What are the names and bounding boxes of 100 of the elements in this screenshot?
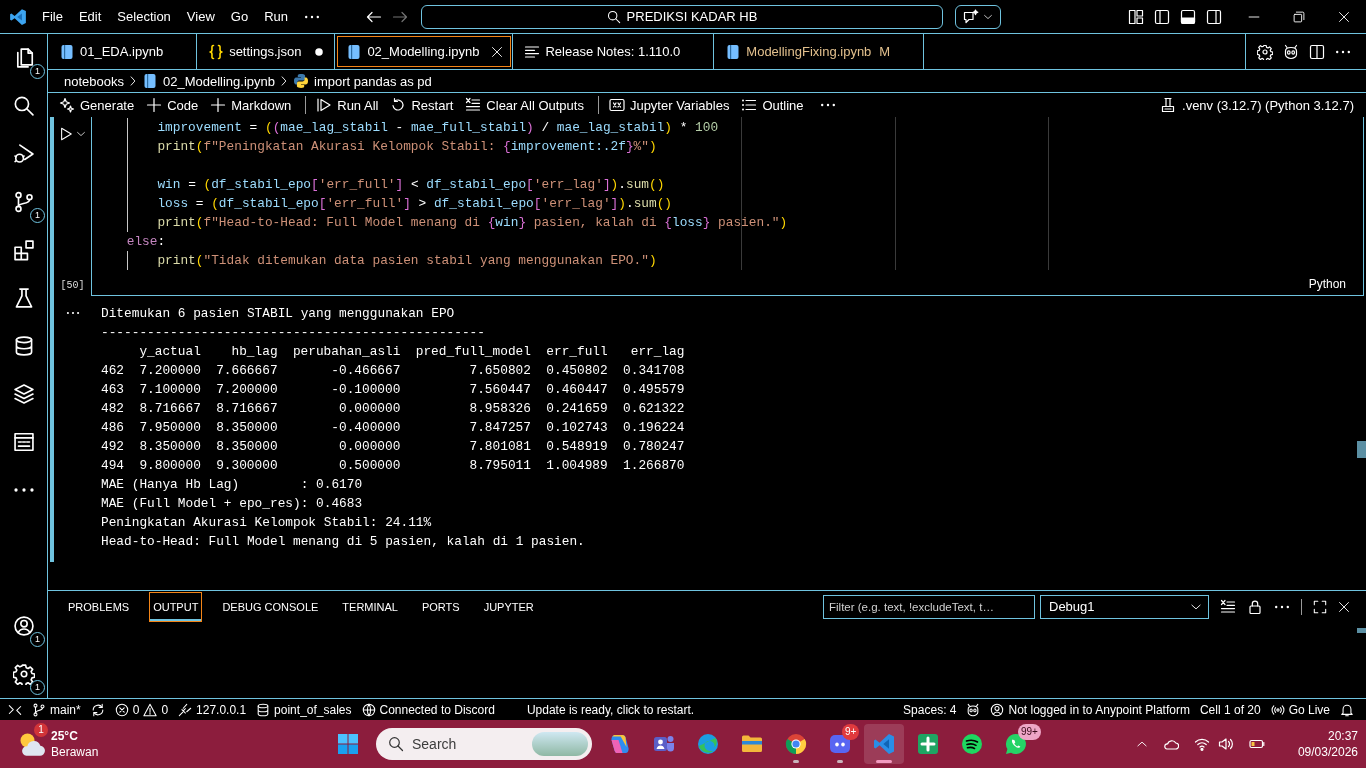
braces-icon [208, 43, 225, 60]
menu-item[interactable]: File [34, 0, 71, 33]
table-cell: 0.102743 [546, 420, 608, 435]
search-field[interactable]: Search [412, 736, 524, 752]
editor-tab[interactable]: ModellingFixing.ipynb M [714, 34, 925, 69]
extensions-icon[interactable] [12, 239, 35, 261]
status-item[interactable]: Not logged in to Anypoint Platform [985, 699, 1195, 720]
table-cell: 9.300000 [216, 458, 278, 473]
status-item[interactable]: Spaces: 4 [898, 699, 962, 720]
status-item[interactable]: 127.0.0.1 [173, 699, 252, 720]
copilot-icon[interactable] [966, 702, 981, 717]
menu-item[interactable]: Go [222, 0, 257, 33]
layout-icon[interactable] [1128, 8, 1144, 25]
toolbar-button[interactable]: Clear All Outputs [463, 94, 588, 116]
breadcrumb-item[interactable]: 02_Modelling.ipynb [142, 73, 276, 89]
copilot-icon[interactable] [1283, 43, 1299, 60]
panel-tab[interactable]: TERMINAL [338, 591, 402, 622]
toolbar-button[interactable]: Generate [57, 94, 139, 116]
toolbar-button[interactable]: Markdown [208, 94, 296, 116]
toolbar-button[interactable]: Outline [739, 94, 808, 116]
menu-item[interactable]: Run [256, 0, 296, 33]
clock-date[interactable]: 09/03/2026 [1297, 744, 1358, 760]
editor-tab[interactable]: settings.json [197, 34, 336, 69]
menu-item[interactable]: View [178, 0, 223, 33]
close-icon[interactable] [491, 45, 504, 58]
command-center[interactable]: PREDIKSI KADAR HB [421, 4, 943, 29]
run-icon[interactable] [59, 127, 73, 141]
panel-tab[interactable]: JUPYTER [479, 591, 538, 622]
panel-tab[interactable]: PROBLEMS [64, 591, 134, 622]
restore-icon[interactable] [1292, 10, 1305, 23]
split-editor-icon[interactable] [1309, 43, 1325, 60]
breadcrumb-item[interactable]: import pandas as pd [293, 73, 432, 89]
chat-button[interactable] [955, 4, 1001, 29]
code-editor[interactable] [91, 117, 1364, 296]
toolbar-button[interactable]: Jupyter Variables [606, 94, 734, 116]
status-notification[interactable]: Update is ready, click to restart. [521, 699, 700, 720]
notebook-icon [142, 73, 158, 89]
run-debug-icon[interactable] [12, 143, 35, 165]
notification-badge: 1 [34, 723, 48, 737]
source-control-icon[interactable] [12, 191, 35, 213]
editor-tab[interactable]: 02_Modelling.ipynb [335, 34, 514, 69]
toolbar-button[interactable]: Code [144, 94, 203, 116]
speaker-icon[interactable] [1217, 736, 1234, 752]
clear-list-icon[interactable] [1220, 598, 1236, 615]
breadcrumb-item[interactable]: notebooks [64, 73, 124, 89]
running-indicator-icon [876, 760, 892, 763]
start-icon[interactable] [336, 732, 360, 756]
panel-toggle-icon[interactable] [1180, 8, 1196, 25]
layers-icon[interactable] [12, 383, 35, 405]
output-channel-select[interactable]: Debug1 [1040, 594, 1209, 619]
table-cell: 1.266870 [623, 458, 685, 473]
bell-icon[interactable] [1340, 702, 1354, 717]
close-icon[interactable] [1337, 10, 1350, 23]
sync-icon[interactable] [90, 702, 105, 717]
scrollbar-thumb[interactable] [1357, 628, 1366, 633]
chevron-down-icon[interactable] [76, 129, 86, 139]
account-icon[interactable] [12, 615, 35, 637]
table-cell: 7.100000 [139, 382, 201, 397]
editor-tab[interactable]: 01_EDA.ipynb [48, 34, 198, 69]
table-icon[interactable] [12, 431, 35, 453]
menu-item[interactable]: Selection [109, 0, 179, 33]
modified-dot-icon[interactable] [314, 46, 325, 57]
taskbar-button[interactable]: 9+ [820, 724, 860, 764]
kernel-picker[interactable]: .venv (3.12.7) (Python 3.12.7) [1160, 97, 1354, 113]
lock-icon[interactable] [1247, 598, 1263, 615]
running-indicator-icon [793, 760, 799, 763]
clock-time[interactable]: 20:37 [1327, 728, 1358, 744]
table-cell: 1.004989 [546, 458, 608, 473]
app-logo-icon[interactable] [9, 7, 27, 26]
toolbar-button[interactable]: Restart [388, 94, 458, 116]
editor-tab[interactable]: Release Notes: 1.110.0 [513, 34, 715, 69]
maximize-icon[interactable] [1313, 599, 1327, 614]
globe-icon [361, 702, 376, 717]
problems-status[interactable]: 0 0 [109, 699, 174, 720]
account-icon [990, 702, 1005, 717]
panel-tab[interactable]: PORTS [417, 591, 464, 622]
close-icon[interactable] [1338, 600, 1350, 613]
status-item[interactable]: Cell 1 of 20 [1194, 699, 1266, 720]
status-item[interactable]: main* [27, 699, 86, 720]
row-index: 486 [101, 420, 125, 435]
wifi-icon[interactable] [1193, 736, 1210, 752]
cell-language[interactable]: Python [1308, 277, 1346, 291]
settings-icon[interactable] [12, 663, 35, 685]
filter-field[interactable]: Filter (e.g. text, !excludeText, t… [823, 594, 1035, 619]
status-item[interactable]: Go Live [1265, 699, 1335, 720]
search-icon[interactable] [12, 95, 35, 117]
menu-item[interactable]: Edit [70, 0, 110, 33]
panel-tab[interactable]: DEBUG CONSOLE [218, 591, 323, 622]
scrollbar-thumb[interactable] [1357, 441, 1366, 458]
status-item[interactable]: Connected to Discord [356, 699, 500, 720]
toolbar-button[interactable]: Run All [314, 94, 383, 116]
sidebar-left-icon[interactable] [1154, 8, 1170, 25]
status-item[interactable]: point_of_sales [251, 699, 357, 720]
panel-tab[interactable]: OUTPUT [149, 591, 203, 622]
remote-icon[interactable] [8, 702, 22, 717]
sidebar-right-icon[interactable] [1206, 8, 1222, 25]
output-line: MAE (Full Model + epo_res): 0.4683 [101, 495, 363, 513]
settings-icon[interactable] [1257, 43, 1273, 60]
code-line: else: [126, 233, 166, 251]
search-box[interactable]: Search [376, 728, 592, 760]
